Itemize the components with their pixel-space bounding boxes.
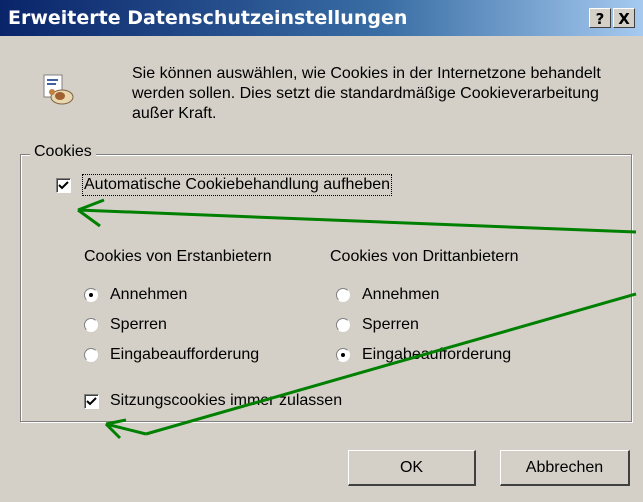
annotation-arrow-1 — [77, 198, 637, 234]
annotation-arrow-2 — [104, 292, 637, 440]
annotation-arrows — [77, 198, 637, 440]
